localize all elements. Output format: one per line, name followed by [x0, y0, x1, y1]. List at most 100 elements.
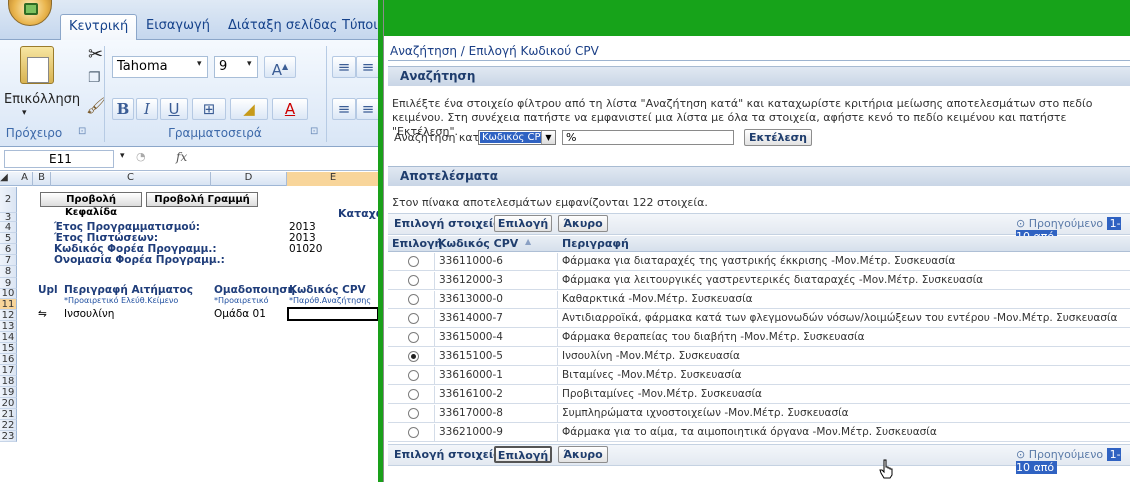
- select-button-bottom[interactable]: Επιλογή: [494, 446, 552, 463]
- dialog-launcher-icon[interactable]: ⊡: [78, 126, 86, 137]
- result-row[interactable]: 33615000-4 Φάρμακα θεραπείας του διαβήτη …: [388, 329, 1130, 347]
- result-row[interactable]: 33612000-3 Φάρμακα για λειτουργικές γαστρ…: [388, 272, 1130, 290]
- row-header[interactable]: 13: [0, 321, 17, 332]
- row-select-radio[interactable]: [408, 313, 419, 324]
- row-select-radio[interactable]: [408, 351, 419, 362]
- result-row[interactable]: 33621000-9 Φάρμακα για το αίμα, τα αιμοπο…: [388, 424, 1130, 442]
- row-select-radio[interactable]: [408, 370, 419, 381]
- row-header[interactable]: 12: [0, 310, 17, 321]
- align-left-icon[interactable]: ≡: [332, 98, 356, 120]
- active-cell-e11[interactable]: [287, 307, 379, 321]
- name-box[interactable]: E11: [4, 150, 114, 168]
- row-header[interactable]: 20: [0, 398, 17, 409]
- prev-link[interactable]: Προηγούμενο: [1029, 448, 1103, 461]
- column-header-b[interactable]: B: [33, 172, 51, 186]
- row-header[interactable]: 3: [0, 213, 17, 223]
- result-row[interactable]: 33614000-7 Αντιδιαρροϊκά, φάρμακα κατά τω…: [388, 310, 1130, 328]
- font-name-box[interactable]: Tahoma: [112, 56, 208, 78]
- prev-link[interactable]: Προηγούμενο: [1029, 217, 1103, 230]
- row-header[interactable]: 16: [0, 354, 17, 365]
- row-select-radio[interactable]: [408, 275, 419, 286]
- row-header[interactable]: 4: [0, 222, 17, 233]
- row-header[interactable]: 19: [0, 387, 17, 398]
- tab-home[interactable]: Κεντρική: [60, 14, 138, 40]
- result-row[interactable]: 33617000-8 Συμπληρώματα ιχνοστοιχείων -Μο…: [388, 405, 1130, 423]
- sort-asc-icon[interactable]: ▲: [525, 237, 531, 246]
- prev-icon[interactable]: ⊙: [1016, 448, 1025, 461]
- bold-icon[interactable]: B: [112, 98, 134, 120]
- row-header[interactable]: 18: [0, 376, 17, 387]
- result-row[interactable]: 33616000-1 Βιταμίνες -Μον.Μέτρ. Συσκευασί…: [388, 367, 1130, 385]
- result-row[interactable]: 33613000-0 Καθαρκτικά -Μον.Μέτρ. Συσκευασ…: [388, 291, 1130, 309]
- paste-icon[interactable]: [20, 46, 54, 84]
- row-header[interactable]: 23: [0, 431, 17, 442]
- view-line-button[interactable]: Προβολή Γραμμή: [146, 192, 258, 207]
- row-select-radio[interactable]: [408, 427, 419, 438]
- select-all-corner[interactable]: ◢: [0, 172, 8, 186]
- row-header[interactable]: 15: [0, 343, 17, 354]
- dropdown-arrow-icon[interactable]: ▼: [541, 131, 555, 144]
- result-row[interactable]: 33616100-2 Προβιταμίνες -Μον.Μέτρ. Συσκευ…: [388, 386, 1130, 404]
- align-top-icon[interactable]: ≡: [332, 56, 356, 78]
- hand-cursor-icon: [879, 459, 893, 479]
- select-button-top[interactable]: Επιλογή: [494, 215, 552, 232]
- pager-bottom: ⊙ Προηγούμενο 1-10 από: [1016, 448, 1130, 474]
- align-middle-icon[interactable]: ≡: [356, 56, 380, 78]
- row-header[interactable]: 10: [0, 289, 17, 299]
- request-description-cell[interactable]: Ινσουλίνη: [64, 308, 114, 320]
- row-select-radio[interactable]: [408, 332, 419, 343]
- tab-page-layout[interactable]: Διάταξη σελίδας: [220, 14, 345, 40]
- row-header[interactable]: 21: [0, 409, 17, 420]
- result-row[interactable]: 33611000-6 Φάρμακα για διαταραχές της γασ…: [388, 253, 1130, 271]
- dialog-launcher-icon[interactable]: ⊡: [310, 126, 318, 137]
- row-select-radio[interactable]: [408, 294, 419, 305]
- size-dropdown-icon[interactable]: ▾: [247, 59, 252, 69]
- row-header[interactable]: 5: [0, 233, 17, 244]
- font-dropdown-icon[interactable]: ▾: [197, 59, 202, 69]
- row-header[interactable]: 11: [0, 299, 17, 310]
- search-text-input[interactable]: %: [562, 130, 734, 145]
- borders-icon[interactable]: ⊞: [192, 98, 226, 120]
- cancel-button-bottom[interactable]: Άκυρο: [558, 446, 608, 463]
- row-header[interactable]: 22: [0, 420, 17, 431]
- row-select-radio[interactable]: [408, 389, 419, 400]
- cancel-button-top[interactable]: Άκυρο: [558, 215, 608, 232]
- underline-icon[interactable]: U: [160, 98, 188, 120]
- row-header[interactable]: 7: [0, 255, 17, 266]
- execute-button[interactable]: Εκτέλεση: [744, 129, 812, 146]
- row-header[interactable]: 14: [0, 332, 17, 343]
- row-header[interactable]: 2: [0, 187, 17, 213]
- row-select-radio[interactable]: [408, 256, 419, 267]
- col-code-header[interactable]: Κωδικός CPV: [438, 237, 518, 250]
- group-cell[interactable]: Ομάδα 01: [214, 308, 266, 320]
- row-header[interactable]: 17: [0, 365, 17, 376]
- view-header-button[interactable]: Προβολή Κεφαλίδα: [40, 192, 142, 218]
- grow-font-icon[interactable]: A▲: [264, 56, 296, 79]
- office-button[interactable]: [8, 0, 52, 26]
- cut-icon[interactable]: ✂: [88, 44, 103, 65]
- paste-button-label[interactable]: Επικόλληση: [4, 92, 80, 107]
- result-row[interactable]: 33615100-5 Ινσουλίνη -Μον.Μέτρ. Συσκευασί…: [388, 348, 1130, 366]
- row-header[interactable]: 6: [0, 244, 17, 255]
- column-header-d[interactable]: D: [211, 172, 287, 186]
- column-header-a[interactable]: A: [17, 172, 33, 186]
- prev-icon[interactable]: ⊙: [1016, 217, 1025, 230]
- align-center-icon[interactable]: ≡: [356, 98, 380, 120]
- italic-icon[interactable]: I: [136, 98, 158, 120]
- fill-color-icon[interactable]: ◢: [230, 98, 268, 120]
- font-color-icon[interactable]: A: [272, 98, 308, 120]
- cpv-description-cell: Προβιταμίνες -Μον.Μέτρ. Συσκευασία: [562, 388, 762, 400]
- row-select-radio[interactable]: [408, 408, 419, 419]
- field-value[interactable]: 01020: [289, 243, 322, 255]
- copy-icon[interactable]: ❐: [88, 70, 101, 86]
- tab-insert[interactable]: Εισαγωγή: [138, 14, 218, 40]
- row-marker-icon[interactable]: ⇋: [38, 308, 47, 320]
- search-by-select[interactable]: Κωδικός CPV ▼: [478, 130, 556, 145]
- column-header-c[interactable]: C: [51, 172, 211, 186]
- paste-dropdown-icon[interactable]: ▾: [22, 108, 27, 118]
- column-header-e[interactable]: E: [287, 172, 380, 186]
- name-box-dropdown-icon[interactable]: ▾: [120, 151, 125, 161]
- col-description-header[interactable]: Περιγραφή: [562, 237, 629, 250]
- fx-icon[interactable]: fx: [176, 150, 187, 164]
- row-header[interactable]: 8: [0, 266, 17, 278]
